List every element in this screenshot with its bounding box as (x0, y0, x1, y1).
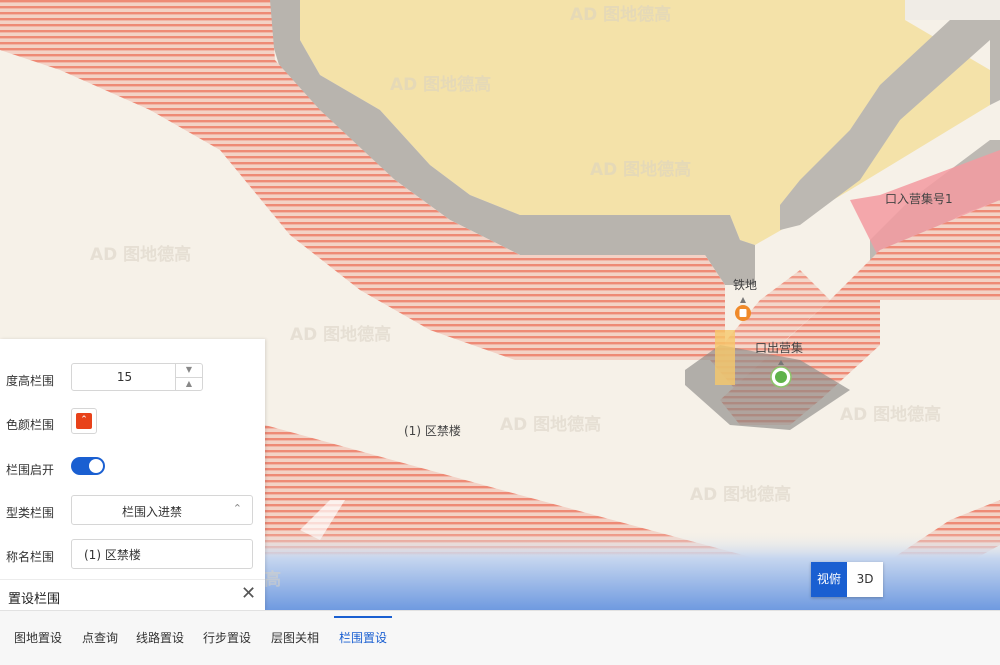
enabled-row: 栏围启开 (0, 452, 265, 486)
stepper-up-icon[interactable]: ▲ (176, 377, 202, 391)
height-value[interactable]: 15 (72, 364, 177, 390)
enabled-label: 栏围启开 (6, 463, 55, 477)
close-icon[interactable]: ✕ (241, 583, 256, 604)
tab-map-settings[interactable]: 图地置设 (12, 625, 64, 651)
color-picker[interactable]: ⌃ (71, 408, 97, 434)
tab-route[interactable]: 线路置设 (134, 625, 186, 651)
type-label: 型类栏围 (6, 506, 55, 520)
name-input[interactable] (72, 540, 234, 568)
type-row: 型类栏围 ⌃ 栏围入进禁 (0, 495, 265, 529)
type-select-value: 栏围入进禁 (122, 505, 183, 519)
enabled-toggle[interactable] (71, 457, 105, 475)
type-select[interactable]: ⌃ 栏围入进禁 (71, 495, 253, 525)
entrance-area (715, 330, 735, 385)
fence-settings-panel: 度高栏围 15 ▼ ▲ 色颜栏围 ⌃ 栏围启开 型类栏围 ⌃ 栏围入进禁 称名栏… (0, 339, 265, 610)
station-label: 铁地 (733, 278, 757, 292)
svg-text:AD 图地德高: AD 图地德高 (570, 4, 671, 25)
gate-label: 口入营集号1 (885, 191, 953, 206)
svg-text:AD 图地德高: AD 图地德高 (840, 404, 941, 425)
height-row: 度高栏围 15 ▼ ▲ (0, 363, 265, 397)
view-3d-button[interactable]: 3D (847, 562, 883, 597)
chevron-down-icon: ⌃ (76, 413, 92, 429)
svg-text:AD 图地德高: AD 图地德高 (390, 74, 491, 95)
tab-layers[interactable]: 层图关相 (269, 625, 321, 651)
svg-text:AD 图地德高: AD 图地德高 (90, 244, 191, 265)
color-label: 色颜栏围 (6, 418, 55, 432)
area-label: (1) 区禁楼 (404, 423, 461, 438)
name-field[interactable] (71, 539, 253, 569)
tab-poi[interactable]: 点查询 (79, 625, 121, 651)
view-2d-button[interactable]: 视俯 (811, 562, 847, 597)
color-row: 色颜栏围 ⌃ (0, 407, 265, 441)
name-label: 称名栏围 (6, 550, 55, 564)
chevron-up-icon: ⌃ (232, 502, 242, 515)
svg-text:AD 图地德高: AD 图地德高 (290, 324, 391, 345)
bottom-tab-bar: 栏围置设 层图关相 行步置设 线路置设 点查询 图地置设 (0, 610, 1000, 665)
stepper-buttons: ▼ ▲ (175, 364, 202, 390)
height-stepper[interactable]: 15 ▼ ▲ (71, 363, 203, 391)
svg-text:AD 图地德高: AD 图地德高 (500, 414, 601, 435)
exit-label: 口出营集 (755, 340, 803, 355)
svg-text:AD 图地德高: AD 图地德高 (590, 159, 691, 180)
stepper-down-icon[interactable]: ▼ (176, 364, 202, 377)
height-label: 度高栏围 (6, 374, 55, 388)
name-row: 称名栏围 (0, 539, 265, 573)
toggle-knob (89, 459, 103, 473)
panel-title: 置设栏围 (8, 592, 61, 607)
building-roof (905, 0, 1000, 20)
panel-footer: ✕ 置设栏围 (0, 579, 265, 611)
view-mode-toggle: 视俯 3D (811, 562, 883, 597)
svg-text:AD 图地德高: AD 图地德高 (690, 484, 791, 505)
tab-fence[interactable]: 栏围置设 (334, 616, 392, 651)
tab-walk[interactable]: 行步置设 (201, 625, 253, 651)
